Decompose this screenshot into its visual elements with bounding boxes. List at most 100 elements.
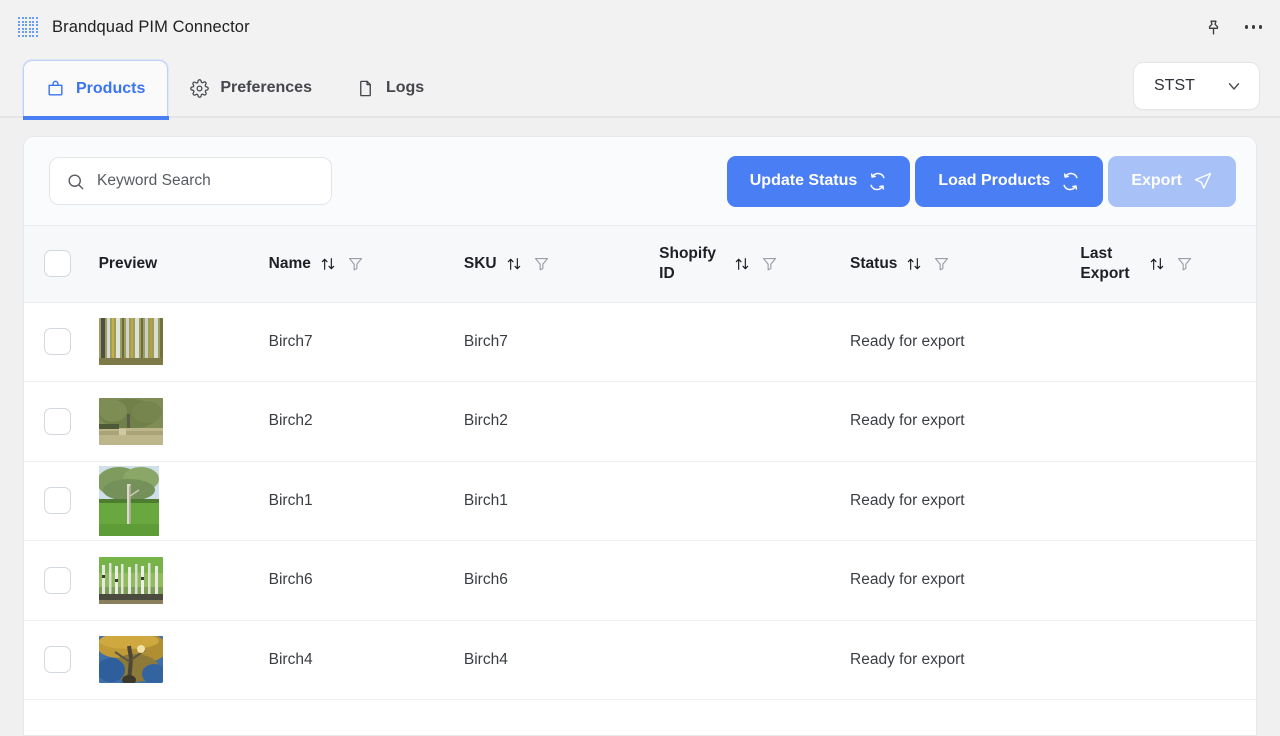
search-icon <box>66 172 85 191</box>
product-thumbnail <box>98 397 163 445</box>
row-last-export <box>1080 381 1256 462</box>
row-checkbox[interactable] <box>44 328 71 356</box>
sort-icon[interactable] <box>906 256 922 272</box>
filter-icon[interactable] <box>347 255 364 272</box>
row-sku: Birch7 <box>463 302 660 382</box>
row-preview-cell <box>98 540 269 621</box>
row-sku: Birch4 <box>463 620 660 700</box>
search-box[interactable] <box>49 157 332 205</box>
row-last-export <box>1080 620 1256 700</box>
sort-icon[interactable] <box>506 256 522 272</box>
refresh-icon <box>868 172 887 191</box>
gear-icon <box>190 78 210 98</box>
title-bar: Brandquad PIM Connector <box>0 0 1280 54</box>
filter-icon[interactable] <box>933 255 950 272</box>
row-sku: Birch1 <box>463 461 660 541</box>
app-title: Brandquad PIM Connector <box>52 17 250 36</box>
row-shopify-id <box>659 381 851 462</box>
filter-icon[interactable] <box>761 255 778 272</box>
table-row[interactable]: Birch6 Birch6 Ready for export <box>24 540 1256 621</box>
dot-grid-icon <box>18 17 38 37</box>
select-all-header <box>24 226 99 303</box>
row-preview-cell <box>98 302 269 382</box>
row-status: Ready for export <box>850 381 1081 462</box>
products-table-body: Birch7 Birch7 Ready for export Birch2 Bi… <box>24 302 1256 700</box>
table-header-row: Preview Name SKU Shopify ID Status Last … <box>24 226 1256 303</box>
column-preview-label: Preview <box>98 254 158 272</box>
filter-icon[interactable] <box>533 255 550 272</box>
row-preview-cell <box>98 381 269 462</box>
sort-icon[interactable] <box>320 256 336 272</box>
search-input[interactable] <box>97 172 315 190</box>
column-sku: SKU <box>463 226 660 303</box>
column-status-label: Status <box>850 254 898 272</box>
pushpin-icon[interactable] <box>1204 18 1223 37</box>
bag-icon <box>46 79 65 98</box>
file-icon <box>356 79 375 98</box>
title-bar-actions <box>1204 18 1262 37</box>
toolbar-actions: Update Status Load Products Export <box>726 155 1236 207</box>
store-selector[interactable]: STST <box>1133 62 1260 110</box>
tab-logs[interactable]: Logs <box>334 60 446 116</box>
row-last-export <box>1080 461 1256 541</box>
row-checkbox[interactable] <box>44 487 71 515</box>
table-row[interactable]: Birch2 Birch2 Ready for export <box>24 381 1256 462</box>
column-last-export: Last Export <box>1080 226 1256 303</box>
row-checkbox[interactable] <box>44 566 71 594</box>
more-horizontal-icon[interactable] <box>1244 25 1262 29</box>
row-status: Ready for export <box>850 302 1081 382</box>
export-button[interactable]: Export <box>1108 155 1236 207</box>
sort-icon[interactable] <box>734 256 750 272</box>
tab-preferences[interactable]: Preferences <box>168 60 334 116</box>
tab-products-label: Products <box>76 79 146 97</box>
send-icon <box>1193 171 1213 191</box>
row-shopify-id <box>659 540 851 621</box>
load-products-label: Load Products <box>938 172 1051 189</box>
row-preview-cell <box>98 461 269 541</box>
row-name: Birch4 <box>268 620 464 700</box>
column-status: Status <box>850 226 1081 303</box>
refresh-icon <box>1061 172 1080 191</box>
load-products-button[interactable]: Load Products <box>915 155 1104 207</box>
sort-icon[interactable] <box>1149 256 1165 272</box>
row-sku: Birch6 <box>463 540 660 621</box>
row-checkbox[interactable] <box>44 646 71 674</box>
table-row[interactable]: Birch4 Birch4 Ready for export <box>24 620 1256 700</box>
row-select-cell <box>24 302 99 382</box>
tab-bar: Products Preferences Logs STST <box>0 54 1280 120</box>
column-shopify-id-label: Shopify ID <box>659 244 716 282</box>
products-table-head: Preview Name SKU Shopify ID Status Last … <box>24 226 1256 303</box>
column-name-label: Name <box>268 254 311 272</box>
row-preview-cell <box>98 620 269 700</box>
products-toolbar: Update Status Load Products <box>24 137 1256 226</box>
row-last-export <box>1080 302 1256 382</box>
tab-products[interactable]: Products <box>22 60 170 120</box>
update-status-button[interactable]: Update Status <box>726 155 911 207</box>
product-thumbnail <box>98 318 163 366</box>
row-name: Birch1 <box>268 461 464 541</box>
product-thumbnail <box>98 636 163 684</box>
column-sku-label: SKU <box>463 254 497 272</box>
select-all-checkbox[interactable] <box>44 250 71 278</box>
table-row[interactable]: Birch1 Birch1 Ready for export <box>24 461 1256 541</box>
export-label: Export <box>1131 172 1182 189</box>
row-select-cell <box>24 381 99 462</box>
table-row[interactable]: Birch7 Birch7 Ready for export <box>24 302 1256 382</box>
row-checkbox[interactable] <box>44 407 71 435</box>
product-thumbnail <box>98 465 159 536</box>
filter-icon[interactable] <box>1176 255 1193 272</box>
store-selector-value: STST <box>1154 77 1195 94</box>
row-select-cell <box>24 620 99 700</box>
tab-list: Products Preferences Logs <box>22 54 446 120</box>
row-name: Birch2 <box>268 381 464 462</box>
products-table: Preview Name SKU Shopify ID Status Last … <box>24 226 1256 700</box>
tab-preferences-label: Preferences <box>220 79 312 96</box>
products-panel: Update Status Load Products <box>23 136 1257 736</box>
update-status-label: Update Status <box>749 172 858 189</box>
chevron-down-icon <box>1225 77 1243 95</box>
row-status: Ready for export <box>850 620 1081 700</box>
row-shopify-id <box>659 461 851 541</box>
row-shopify-id <box>659 620 851 700</box>
column-name: Name <box>268 226 464 303</box>
row-select-cell <box>24 540 99 621</box>
